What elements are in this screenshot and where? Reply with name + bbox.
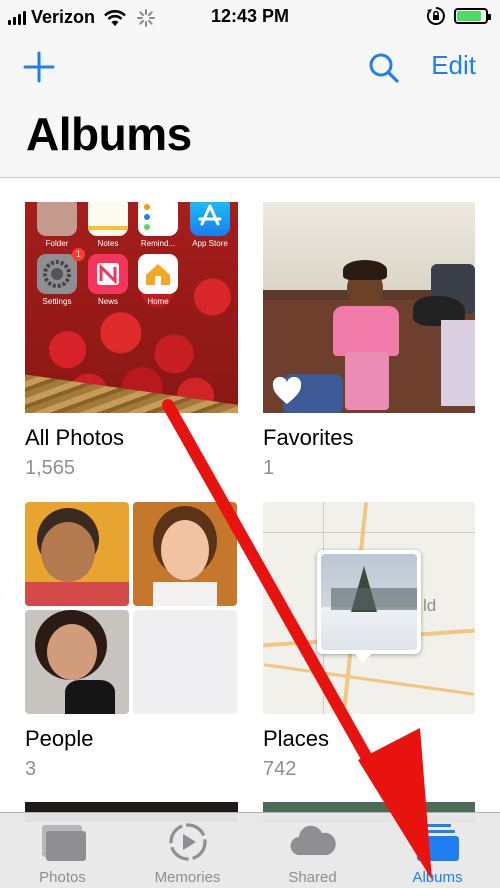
app-store-icon (190, 202, 230, 236)
status-time: 12:43 PM (210, 6, 290, 26)
app-label-settings: Settings (42, 297, 72, 306)
snowy-field-photo (321, 554, 417, 650)
album-all-photos-thumbnail[interactable]: Folder Notes Remind... App Store 1 Setti… (25, 202, 238, 413)
app-label-folder: Folder (45, 239, 69, 248)
status-right-group (426, 6, 491, 26)
photos-albums-screen: Verizon 12:43 PM Edit Albums Folder Note… (0, 0, 500, 888)
albums-icon (417, 824, 459, 861)
page-title: Albums (26, 108, 192, 160)
settings-app-icon (37, 254, 77, 294)
couch-photo-detail (441, 320, 475, 406)
album-count-favorites: 1 (263, 457, 275, 479)
battery-icon (454, 8, 491, 24)
rotation-lock-icon (426, 7, 445, 25)
app-label-notes: Notes (97, 239, 119, 248)
people-face-3[interactable] (25, 610, 129, 714)
home-app-icon (138, 254, 178, 294)
tab-photos[interactable]: Photos (0, 813, 125, 888)
folder-app-icon (37, 202, 77, 236)
album-count-people: 3 (25, 758, 37, 780)
app-label-news: News (97, 297, 118, 306)
people-face-1[interactable] (25, 502, 129, 606)
tab-shared[interactable]: Shared (250, 813, 375, 888)
news-app-icon (88, 254, 128, 294)
search-icon (369, 53, 399, 83)
tab-bar: Photos Memories Shared Albums (0, 812, 500, 888)
tab-label-shared: Shared (288, 869, 337, 886)
people-face-2[interactable] (133, 502, 237, 606)
photos-icon (42, 825, 86, 861)
cloud-icon (290, 825, 336, 856)
edit-button[interactable]: Edit (431, 50, 476, 81)
battery-level (457, 11, 481, 21)
settings-badge: 1 (72, 248, 85, 261)
album-name-all-photos[interactable]: All Photos (25, 425, 124, 451)
search-button[interactable] (366, 50, 402, 86)
navigation-bar: Edit Albums (0, 34, 500, 178)
child-pink-pants (345, 352, 389, 410)
favorite-heart-icon (272, 377, 302, 404)
app-label-app-store: App Store (192, 239, 228, 248)
album-name-people[interactable]: People (25, 726, 94, 752)
tab-label-albums: Albums (412, 869, 463, 886)
add-album-button[interactable] (22, 50, 56, 84)
child-pink-top (333, 306, 399, 356)
map-place-label: ld (423, 596, 437, 615)
tab-albums[interactable]: Albums (375, 813, 500, 888)
memories-icon (169, 823, 207, 861)
album-name-places[interactable]: Places (263, 726, 329, 752)
app-label-home: Home (147, 297, 169, 306)
tab-label-photos: Photos (39, 869, 86, 886)
status-bar: Verizon 12:43 PM (0, 0, 500, 34)
app-label-reminders: Remind... (140, 239, 176, 248)
tab-label-memories: Memories (154, 869, 221, 886)
album-favorites-thumbnail[interactable] (263, 202, 475, 413)
notes-app-icon (88, 202, 128, 236)
album-places-thumbnail[interactable]: ld (263, 502, 475, 714)
people-empty-slot (133, 610, 237, 714)
album-name-favorites[interactable]: Favorites (263, 425, 353, 451)
place-pin-card (317, 550, 421, 654)
home-screen-screenshot: Folder Notes Remind... App Store 1 Setti… (25, 202, 238, 312)
album-count-places: 742 (263, 758, 297, 780)
tab-memories[interactable]: Memories (125, 813, 250, 888)
reminders-app-icon (138, 202, 178, 236)
album-count-all-photos: 1,565 (25, 457, 76, 479)
